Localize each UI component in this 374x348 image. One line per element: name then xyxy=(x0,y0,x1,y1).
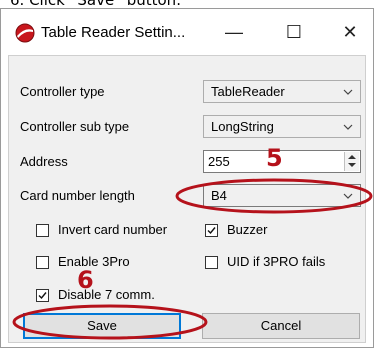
chevron-down-icon xyxy=(343,193,353,199)
uid-if-3pro-fails-label: UID if 3PRO fails xyxy=(227,254,326,269)
disable-comm-label: Disable 7 comm. xyxy=(58,287,155,302)
title-bar[interactable]: Table Reader Settin... — ☐ ✕ xyxy=(1,9,373,55)
controller-type-select[interactable]: TableReader xyxy=(203,80,361,103)
window-title: Table Reader Settin... xyxy=(41,24,186,41)
address-value: 255 xyxy=(208,154,230,169)
controller-sub-type-select[interactable]: LongString xyxy=(203,115,361,138)
save-button[interactable]: Save xyxy=(23,313,181,339)
minimize-button[interactable]: — xyxy=(211,13,257,51)
controller-type-value: TableReader xyxy=(211,84,285,99)
chevron-down-icon xyxy=(343,89,353,95)
controller-type-label: Controller type xyxy=(20,84,105,99)
buzzer-checkbox[interactable]: Buzzer xyxy=(205,222,267,238)
buzzer-label: Buzzer xyxy=(227,222,268,237)
card-number-length-label: Card number length xyxy=(20,188,135,203)
card-number-length-select[interactable]: B4 xyxy=(203,184,361,207)
disable-comm-checkbox[interactable]: Disable 7 comm. xyxy=(36,287,155,303)
uid-if-3pro-fails-checkbox[interactable]: UID if 3PRO fails xyxy=(205,254,325,270)
card-number-length-value: B4 xyxy=(211,188,227,203)
spin-up-icon[interactable] xyxy=(348,155,356,159)
invert-card-number-label: Invert card number xyxy=(58,222,168,237)
app-logo-icon xyxy=(15,23,35,43)
spin-down-icon[interactable] xyxy=(348,163,356,167)
checkbox-unchecked-icon[interactable] xyxy=(36,223,49,237)
enable-3pro-label: Enable 3Pro xyxy=(58,254,130,269)
controller-sub-type-label: Controller sub type xyxy=(20,119,130,134)
cancel-button[interactable]: Cancel xyxy=(202,313,360,339)
close-button[interactable]: ✕ xyxy=(327,13,373,51)
step-5-marker: 5 xyxy=(266,144,283,172)
controller-sub-type-value: LongString xyxy=(211,119,274,134)
checkbox-unchecked-icon[interactable] xyxy=(36,255,49,269)
checkbox-unchecked-icon[interactable] xyxy=(205,255,218,269)
settings-window: Table Reader Settin... — ☐ ✕ Controller … xyxy=(0,8,374,348)
settings-panel: Controller type TableReader Controller s… xyxy=(8,55,366,343)
instruction-caption: 6. Click “Save” button. xyxy=(10,0,181,9)
step-6-marker: 6 xyxy=(77,266,94,294)
address-spinner[interactable] xyxy=(344,152,359,171)
invert-card-number-checkbox[interactable]: Invert card number xyxy=(36,222,167,238)
checkbox-checked-icon[interactable] xyxy=(205,223,218,237)
chevron-down-icon xyxy=(343,124,353,130)
maximize-button[interactable]: ☐ xyxy=(271,13,317,51)
address-label: Address xyxy=(20,154,68,169)
checkbox-checked-icon[interactable] xyxy=(36,288,49,302)
